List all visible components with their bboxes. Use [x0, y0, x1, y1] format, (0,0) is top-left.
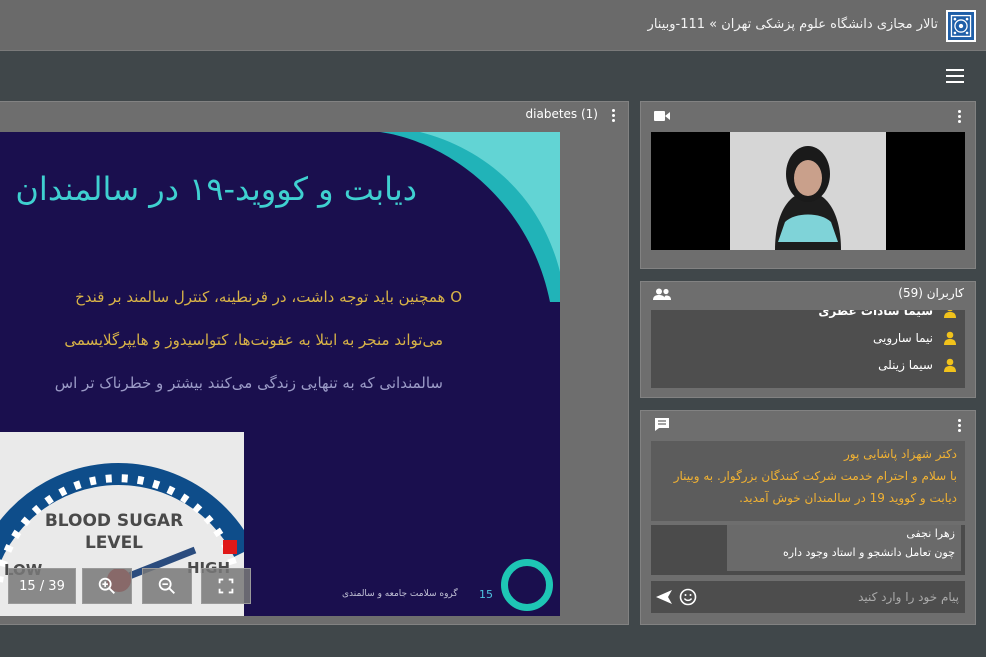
- video-panel: [640, 101, 976, 269]
- university-logo: [946, 10, 976, 42]
- top-bar: تالار مجازی دانشگاه علوم پزشکی تهران » 1…: [0, 0, 986, 51]
- users-panel: کاربران (59) سیما سادات عطری نیما سارویی…: [640, 281, 976, 398]
- pinned-message: دکتر شهزاد پاشایی پور با سلام و احترام خ…: [651, 441, 965, 521]
- slide-line-3: سالمندانی که به تنهایی زندگی می‌کنند بیش…: [54, 374, 443, 392]
- user-row[interactable]: سیما سادات عطری: [818, 310, 957, 318]
- speaker-video: [730, 132, 886, 250]
- user-row[interactable]: نیما سارویی: [873, 331, 957, 345]
- slide-line-2: می‌تواند منجر به ابتلا به عفونت‌ها، کتوا…: [64, 331, 443, 349]
- presentation-panel: diabetes (1) دیابت و کووید-۱۹ در سالمندا…: [0, 101, 629, 625]
- chat-message-input[interactable]: [719, 586, 959, 608]
- zoom-in-icon: [98, 577, 115, 594]
- zoom-out-button[interactable]: [142, 568, 192, 604]
- user-row[interactable]: سیما زینلی: [878, 358, 957, 372]
- user-icon: [944, 358, 956, 372]
- users-title: کاربران (59): [898, 286, 964, 300]
- page-title: تالار مجازی دانشگاه علوم پزشکی تهران » 1…: [647, 17, 938, 32]
- slide-ring-decoration: [501, 559, 553, 611]
- chat-panel: دکتر شهزاد پاشایی پور با سلام و احترام خ…: [640, 410, 976, 625]
- logo-emblem-icon: [950, 14, 972, 38]
- video-options-icon[interactable]: [958, 110, 962, 124]
- chat-options-icon[interactable]: [958, 419, 962, 433]
- message-list[interactable]: زهرا نجفی چون تعامل دانشجو و استاد وجود …: [651, 525, 965, 575]
- chat-message: زهرا نجفی چون تعامل دانشجو و استاد وجود …: [727, 525, 961, 571]
- emoji-icon[interactable]: [679, 588, 697, 606]
- message-text: چون تعامل دانشجو و استاد وجود داره: [783, 546, 955, 559]
- presentation-options-icon[interactable]: [612, 109, 616, 123]
- chat-input-row: [651, 581, 965, 613]
- zoom-out-icon: [158, 577, 175, 594]
- user-name: سیما سادات عطری: [818, 310, 933, 318]
- send-icon[interactable]: [655, 588, 673, 606]
- message-sender: زهرا نجفی: [906, 527, 955, 540]
- fullscreen-icon: [218, 578, 234, 594]
- slide-wave-decoration: [380, 132, 560, 302]
- camera-icon: [654, 111, 670, 121]
- user-icon: [944, 331, 956, 345]
- user-name: نیما سارویی: [872, 331, 933, 345]
- slide: دیابت و کووید-۱۹ در سالمندان O همچنین با…: [0, 132, 560, 616]
- slide-footer-number: 15: [479, 588, 493, 601]
- page-indicator[interactable]: 15 / 39: [8, 568, 76, 604]
- users-icon: [653, 288, 671, 300]
- user-icon: [944, 310, 956, 318]
- message-sender: دکتر شهزاد پاشایی پور: [843, 447, 957, 461]
- chat-icon: [655, 418, 669, 431]
- zoom-in-button[interactable]: [82, 568, 132, 604]
- slide-title: دیابت و کووید-۱۹ در سالمندان: [15, 170, 417, 208]
- slide-line-1: O همچنین باید توجه داشت، در قرنطینه، کنت…: [75, 288, 462, 306]
- slide-footer-text: گروه سلامت جامعه و سالمندی: [342, 589, 458, 599]
- video-stream: [651, 132, 965, 250]
- presentation-title: diabetes (1): [525, 107, 598, 121]
- users-list[interactable]: سیما سادات عطری نیما سارویی سیما زینلی: [651, 310, 965, 388]
- fullscreen-button[interactable]: [201, 568, 251, 604]
- hamburger-menu-icon[interactable]: [946, 69, 964, 83]
- user-name: سیما زینلی: [878, 358, 933, 372]
- gauge-label-2: LEVEL: [85, 533, 143, 553]
- message-text: با سلام و احترام خدمت شرکت کنندگان بزرگو…: [673, 469, 957, 505]
- gauge-label-1: BLOOD SUGAR: [45, 511, 183, 531]
